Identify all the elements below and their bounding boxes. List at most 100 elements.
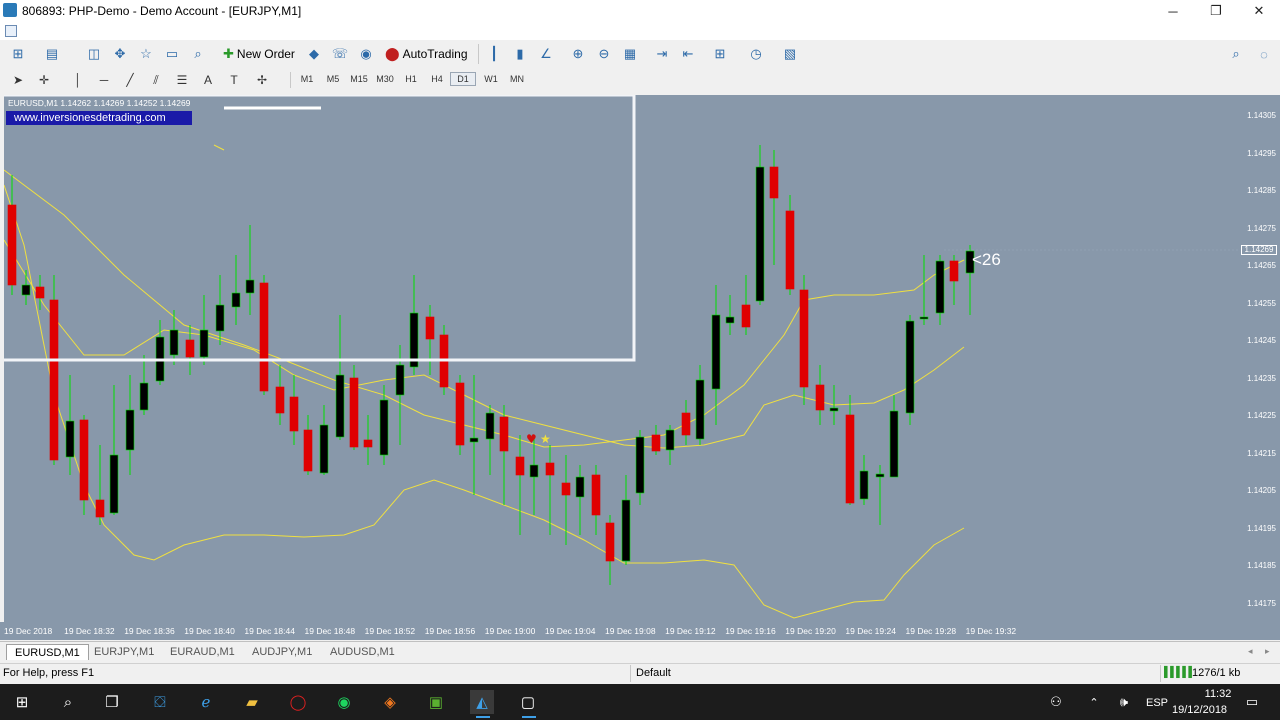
opera-icon[interactable]: ◯ [286,690,310,714]
candle-body [289,396,299,432]
timeframe-w1[interactable]: W1 [478,72,504,86]
chat-icon[interactable]: ◌ [1256,46,1272,62]
auto-trading-button[interactable]: ⬤ AutoTrading [382,44,471,64]
chart-shift-icon[interactable]: ⇤ [680,46,696,62]
price-tick-label: 1.14295 [1247,148,1276,158]
horizontal-line-icon[interactable]: ─ [96,72,112,88]
separator [630,665,631,682]
tray-arrow-icon[interactable]: ⌃ [1082,690,1106,714]
volume-icon[interactable]: 🕪 [1112,690,1136,714]
minimize-button[interactable]: ─ [1153,0,1193,22]
time-tick-label: 19 Dec 19:24 [845,626,896,636]
chart-tab[interactable]: EURUSD,M1 [6,644,89,660]
zoom-in-icon[interactable]: ⊕ [570,46,586,62]
favorites-icon[interactable]: ☆ [138,46,154,62]
tab-scroll-right-icon[interactable]: ▸ [1265,646,1270,657]
timeframe-m15[interactable]: M15 [346,72,372,86]
candle-body [515,456,525,476]
price-tick-label: 1.14225 [1247,411,1276,420]
clock-date[interactable]: 19/12/2018 [1172,704,1227,716]
market-icon[interactable]: ◉ [358,46,374,62]
market-watch-icon[interactable]: ◫ [86,46,102,62]
bar-chart-icon[interactable]: ┃ [486,46,502,62]
chart-tab[interactable]: EURJPY,M1 [86,644,162,660]
navigator-icon[interactable]: ✥ [112,46,128,62]
candle-body [379,399,389,456]
candle-body [785,210,795,290]
band-fragment [213,144,225,151]
line-chart-icon[interactable]: ∠ [538,46,554,62]
new-chart-icon[interactable]: ⊞ [10,46,26,62]
fibonacci-icon[interactable]: ☰ [174,72,190,88]
active-app-indicator [522,716,536,718]
timeframe-m30[interactable]: M30 [372,72,398,86]
language-indicator[interactable]: ESP [1146,697,1168,709]
timeframe-d1[interactable]: D1 [450,72,476,86]
new-order-button[interactable]: ✚ New Order [220,44,298,64]
clock-time[interactable]: 11:32 [1188,688,1248,700]
watermark-link[interactable]: www.inversionesdetrading.com [6,111,192,125]
periods-icon[interactable]: ◷ [748,46,764,62]
candlestick-chart[interactable]: ♥ ★ [4,95,1240,622]
time-tick-label: 19 Dec 18:32 [64,626,115,636]
indicators-icon[interactable]: ⊞ [712,46,728,62]
store-icon[interactable]: ⛋ [148,690,172,714]
time-tick-label: 19 Dec 18:40 [184,626,235,636]
tile-windows-icon[interactable]: ▦ [622,46,638,62]
zoom-out-icon[interactable]: ⊖ [596,46,612,62]
symbol-info: EURUSD,M1 1.14262 1.14269 1.14252 1.1426… [8,98,191,108]
edge-icon[interactable]: ℯ [194,690,218,714]
time-tick-label: 19 Dec 2018 [4,626,53,636]
cursor-icon[interactable]: ➤ [10,72,26,88]
channel-icon[interactable]: ⫽ [148,72,164,88]
auto-scroll-icon[interactable]: ⇥ [654,46,670,62]
candle-body [335,374,345,438]
file-explorer-icon[interactable]: ▰ [240,690,264,714]
close-button[interactable]: ✕ [1239,0,1279,22]
terminal-icon[interactable]: ▭ [164,46,180,62]
restore-button[interactable]: ❐ [1196,0,1236,22]
camtasia-recorder-icon[interactable]: ▢ [516,690,540,714]
text-icon[interactable]: A [200,72,216,88]
candle-body [319,424,329,474]
candle-body [635,436,645,494]
task-view-icon[interactable]: ❐ [100,690,124,714]
chart-tab[interactable]: EURAUD,M1 [162,644,243,660]
chart-tab[interactable]: AUDUSD,M1 [322,644,403,660]
time-tick-label: 19 Dec 19:28 [905,626,957,636]
tester-icon[interactable]: ⌕ [190,46,206,62]
search-icon[interactable]: ⌕ [56,690,80,714]
templates-icon[interactable]: ▧ [782,46,798,62]
document-icon[interactable] [5,25,17,37]
timeframe-m5[interactable]: M5 [320,72,346,86]
crosshair-icon[interactable]: ✛ [36,72,52,88]
notifications-icon[interactable]: ▭ [1240,690,1264,714]
vertical-line-icon[interactable]: │ [70,72,86,88]
timeframe-h4[interactable]: H4 [424,72,450,86]
app-orange-icon[interactable]: ◈ [378,690,402,714]
drawing-toolbar [0,68,1280,92]
candlestick-icon[interactable]: ▮ [512,46,528,62]
trendline-icon[interactable]: ╱ [122,72,138,88]
signals-icon[interactable]: ☏ [332,46,348,62]
timeframe-m1[interactable]: M1 [294,72,320,86]
price-tick-label: 1.14195 [1247,523,1276,533]
profiles-icon[interactable]: ▤ [44,46,60,62]
windows-start-icon[interactable]: ⊞ [10,690,34,714]
metaeditor-icon[interactable]: ◆ [306,46,322,62]
price-tick-label: 1.14265 [1247,261,1276,270]
text-label-icon[interactable]: T [226,72,242,88]
arrows-icon[interactable]: ✢ [254,72,270,88]
timeframe-mn[interactable]: MN [504,72,530,86]
timeframe-h1[interactable]: H1 [398,72,424,86]
camtasia-green-icon[interactable]: ▣ [424,690,448,714]
tab-scroll-left-icon[interactable]: ◂ [1248,646,1253,657]
chart-tab[interactable]: AUDJPY,M1 [244,644,320,660]
search-icon[interactable]: ⌕ [1228,46,1244,62]
time-tick-label: 19 Dec 19:16 [725,626,776,636]
spotify-icon[interactable]: ◉ [332,690,356,714]
people-icon[interactable]: ⚇ [1044,690,1068,714]
metatrader-icon[interactable]: ◭ [470,690,494,714]
candle-body [395,364,405,396]
candle-body [755,166,765,302]
